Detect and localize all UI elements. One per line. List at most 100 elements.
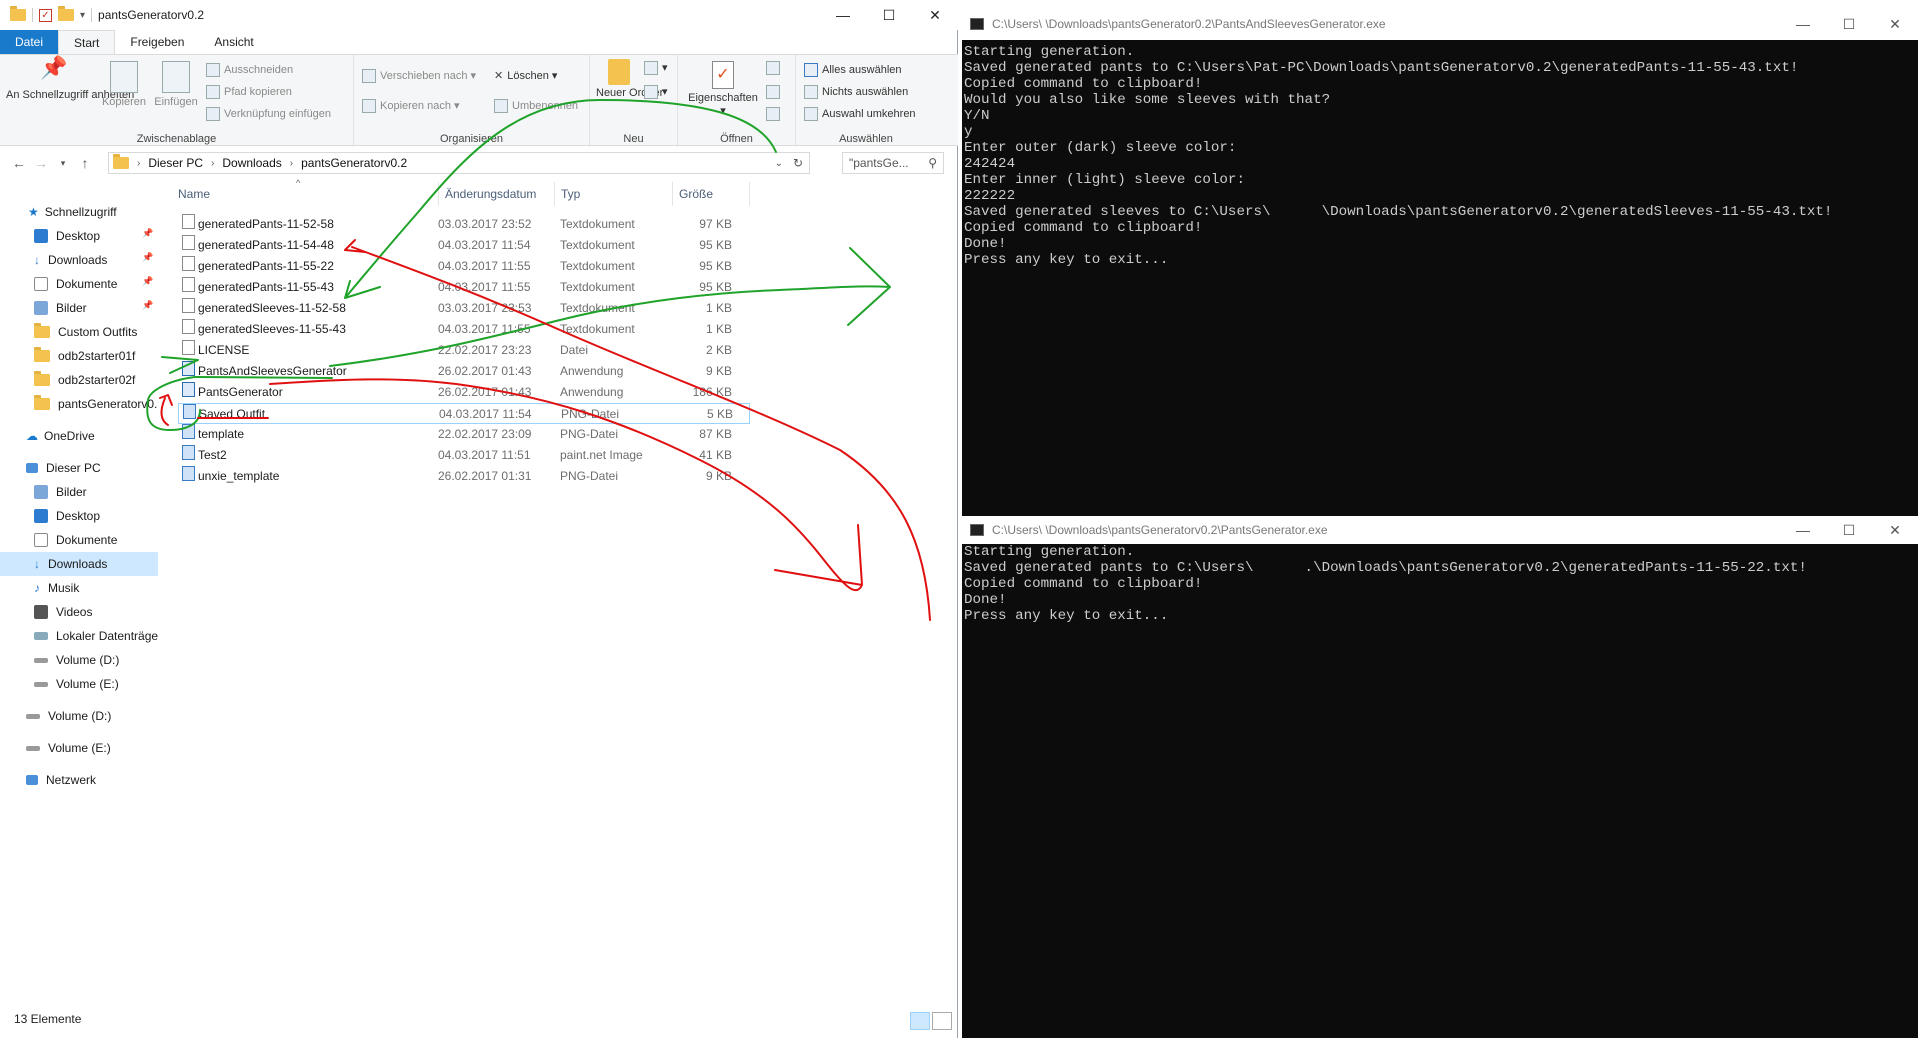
invert-selection-button[interactable]: Auswahl umkehren bbox=[804, 107, 916, 121]
nav-pc-pictures[interactable]: Bilder bbox=[34, 480, 87, 504]
address-bar[interactable]: › Dieser PC › Downloads › pantsGenerator… bbox=[108, 152, 810, 174]
file-row[interactable]: template 22.02.2017 23:09 PNG-Datei 87 KB bbox=[178, 424, 750, 445]
move-to-button[interactable]: Verschieben nach ▾ bbox=[362, 69, 476, 84]
minimize-button[interactable]: — bbox=[820, 0, 866, 30]
cut-button[interactable]: Ausschneiden bbox=[206, 63, 293, 77]
nav-pc-videos[interactable]: Videos bbox=[34, 600, 92, 624]
nav-pc-local-disk[interactable]: Lokaler Datenträger bbox=[34, 624, 158, 648]
copy-to-button[interactable]: Kopieren nach ▾ bbox=[362, 99, 460, 114]
back-arrow-icon[interactable]: ← bbox=[8, 155, 30, 171]
pin-button[interactable]: 📌 An Schnellzugriff anheften bbox=[6, 57, 134, 102]
file-row[interactable]: unxie_template 26.02.2017 01:31 PNG-Datei 9… bbox=[178, 466, 750, 487]
easy-access-button[interactable]: ▾ bbox=[644, 85, 668, 100]
file-row[interactable]: generatedSleeves-11-55-43 04.03.2017 11:5… bbox=[178, 319, 750, 340]
select-none-button[interactable]: Nichts auswählen bbox=[804, 85, 908, 99]
nav-volume-e[interactable]: Volume (E:) bbox=[26, 736, 111, 760]
details-view-icon[interactable] bbox=[910, 1012, 930, 1030]
search-icon[interactable]: ⚲ bbox=[928, 156, 937, 170]
pin-icon[interactable]: 📌 bbox=[142, 276, 153, 287]
close-button[interactable]: ✕ bbox=[912, 0, 958, 30]
tab-view[interactable]: Ansicht bbox=[199, 30, 268, 54]
pin-icon[interactable]: 📌 bbox=[142, 300, 153, 311]
history-button[interactable] bbox=[766, 107, 784, 121]
nav-item-documents[interactable]: Dokumente bbox=[34, 272, 117, 296]
delete-button[interactable]: ✕ Löschen ▾ bbox=[494, 69, 557, 82]
file-row[interactable]: LICENSE 22.02.2017 23:23 Datei 2 KB bbox=[178, 340, 750, 361]
paste-shortcut-button[interactable]: Verknüpfung einfügen bbox=[206, 107, 331, 121]
tab-share[interactable]: Freigeben bbox=[115, 30, 199, 54]
file-row[interactable]: generatedPants-11-54-48 04.03.2017 11:54 T… bbox=[178, 235, 750, 256]
pin-icon[interactable]: 📌 bbox=[142, 252, 153, 263]
nav-pc-volume-e[interactable]: Volume (E:) bbox=[34, 672, 119, 696]
refresh-icon[interactable]: ↻ bbox=[793, 156, 803, 170]
nav-quick-access[interactable]: ★ Schnellzugriff bbox=[28, 200, 117, 224]
copy-button[interactable]: Kopieren bbox=[100, 61, 148, 109]
breadcrumb-current-folder[interactable]: pantsGeneratorv0.2 bbox=[301, 156, 407, 170]
properties-button[interactable]: ✓ Eigenschaften ▾ bbox=[682, 61, 764, 118]
minimize-button[interactable]: — bbox=[1780, 516, 1826, 544]
recent-dropdown-icon[interactable]: ▾ bbox=[52, 158, 74, 169]
forward-arrow-icon[interactable]: → bbox=[30, 155, 52, 171]
nav-item-desktop[interactable]: Desktop bbox=[34, 224, 100, 248]
paste-button[interactable]: Einfügen bbox=[152, 61, 200, 109]
search-input[interactable]: "pantsGe... ⚲ bbox=[842, 152, 944, 174]
large-icons-view-icon[interactable] bbox=[932, 1012, 952, 1030]
chevron-right-icon[interactable]: › bbox=[290, 158, 293, 169]
nav-pc-music[interactable]: ♪ Musik bbox=[34, 576, 79, 600]
nav-pc-desktop[interactable]: Desktop bbox=[34, 504, 100, 528]
open-button[interactable] bbox=[766, 61, 784, 75]
file-row[interactable]: Saved Outfit 04.03.2017 11:54 PNG-Datei 5 K… bbox=[178, 403, 750, 424]
copy-path-button[interactable]: Pfad kopieren bbox=[206, 85, 292, 99]
nav-item-odb2starter02f[interactable]: odb2starter02f bbox=[34, 368, 135, 392]
column-date[interactable]: Änderungsdatum bbox=[438, 182, 536, 206]
close-button[interactable]: ✕ bbox=[1872, 8, 1918, 40]
breadcrumb-this-pc[interactable]: Dieser PC bbox=[148, 156, 203, 170]
maximize-button[interactable]: ☐ bbox=[866, 0, 912, 30]
pin-icon[interactable]: 📌 bbox=[142, 228, 153, 239]
nav-item-pantsgenerator[interactable]: pantsGeneratorv0.2 bbox=[34, 392, 158, 416]
file-row[interactable]: generatedSleeves-11-52-58 03.03.2017 23:5… bbox=[178, 298, 750, 319]
file-row[interactable]: PantsGenerator 26.02.2017 01:43 Anwendung 1… bbox=[178, 382, 750, 403]
nav-item-custom-outfits[interactable]: Custom Outfits bbox=[34, 320, 137, 344]
column-type[interactable]: Typ bbox=[554, 182, 580, 206]
properties-quick-icon[interactable]: ✓ bbox=[39, 8, 52, 22]
nav-item-pictures[interactable]: Bilder bbox=[34, 296, 87, 320]
address-dropdown-icon[interactable]: ⌄ bbox=[775, 158, 783, 169]
nav-this-pc[interactable]: Dieser PC bbox=[26, 456, 101, 480]
nav-pc-downloads[interactable]: ↓ Downloads bbox=[0, 552, 158, 576]
file-row[interactable]: Test2 04.03.2017 11:51 paint.net Image 41 K… bbox=[178, 445, 750, 466]
new-item-button[interactable]: ▾ bbox=[644, 61, 668, 76]
new-folder-button[interactable]: Neuer Ordner bbox=[596, 59, 663, 100]
up-arrow-icon[interactable]: ↑ bbox=[74, 155, 96, 171]
chevron-right-icon[interactable]: › bbox=[211, 158, 214, 169]
quick-access-dropdown-icon[interactable]: ▾ bbox=[80, 10, 85, 21]
nav-volume-d[interactable]: Volume (D:) bbox=[26, 704, 111, 728]
chevron-right-icon[interactable]: › bbox=[137, 158, 140, 169]
nav-item-downloads[interactable]: ↓ Downloads bbox=[34, 248, 107, 272]
rename-button[interactable]: Umbenennen bbox=[494, 99, 578, 113]
file-row[interactable]: PantsAndSleevesGenerator 26.02.2017 01:43… bbox=[178, 361, 750, 382]
file-type: Textdokument bbox=[560, 301, 635, 315]
tab-file[interactable]: Datei bbox=[0, 30, 59, 54]
close-button[interactable]: ✕ bbox=[1872, 516, 1918, 544]
new-folder-quick-icon[interactable] bbox=[58, 6, 74, 21]
edit-button[interactable] bbox=[766, 85, 784, 99]
nav-pc-documents[interactable]: Dokumente bbox=[34, 528, 117, 552]
maximize-button[interactable]: ☐ bbox=[1826, 8, 1872, 40]
column-name[interactable]: Name bbox=[178, 182, 210, 206]
select-all-button[interactable]: Alles auswählen bbox=[804, 63, 902, 77]
minimize-button[interactable]: — bbox=[1780, 8, 1826, 40]
breadcrumb-downloads[interactable]: Downloads bbox=[222, 156, 281, 170]
file-date: 04.03.2017 11:55 bbox=[438, 322, 531, 336]
nav-item-odb2starter01f[interactable]: odb2starter01f bbox=[34, 344, 135, 368]
nav-network[interactable]: Netzwerk bbox=[26, 768, 96, 792]
file-row[interactable]: generatedPants-11-55-43 04.03.2017 11:55 T… bbox=[178, 277, 750, 298]
file-row[interactable]: generatedPants-11-55-22 04.03.2017 11:55 T… bbox=[178, 256, 750, 277]
nav-pc-volume-d[interactable]: Volume (D:) bbox=[34, 648, 119, 672]
maximize-button[interactable]: ☐ bbox=[1826, 516, 1872, 544]
tab-start[interactable]: Start bbox=[58, 30, 116, 54]
nav-onedrive[interactable]: ☁ OneDrive bbox=[26, 424, 95, 448]
column-size[interactable]: Größe bbox=[672, 182, 750, 206]
file-date: 04.03.2017 11:51 bbox=[438, 448, 531, 462]
file-row[interactable]: generatedPants-11-52-58 03.03.2017 23:52 T… bbox=[178, 214, 750, 235]
